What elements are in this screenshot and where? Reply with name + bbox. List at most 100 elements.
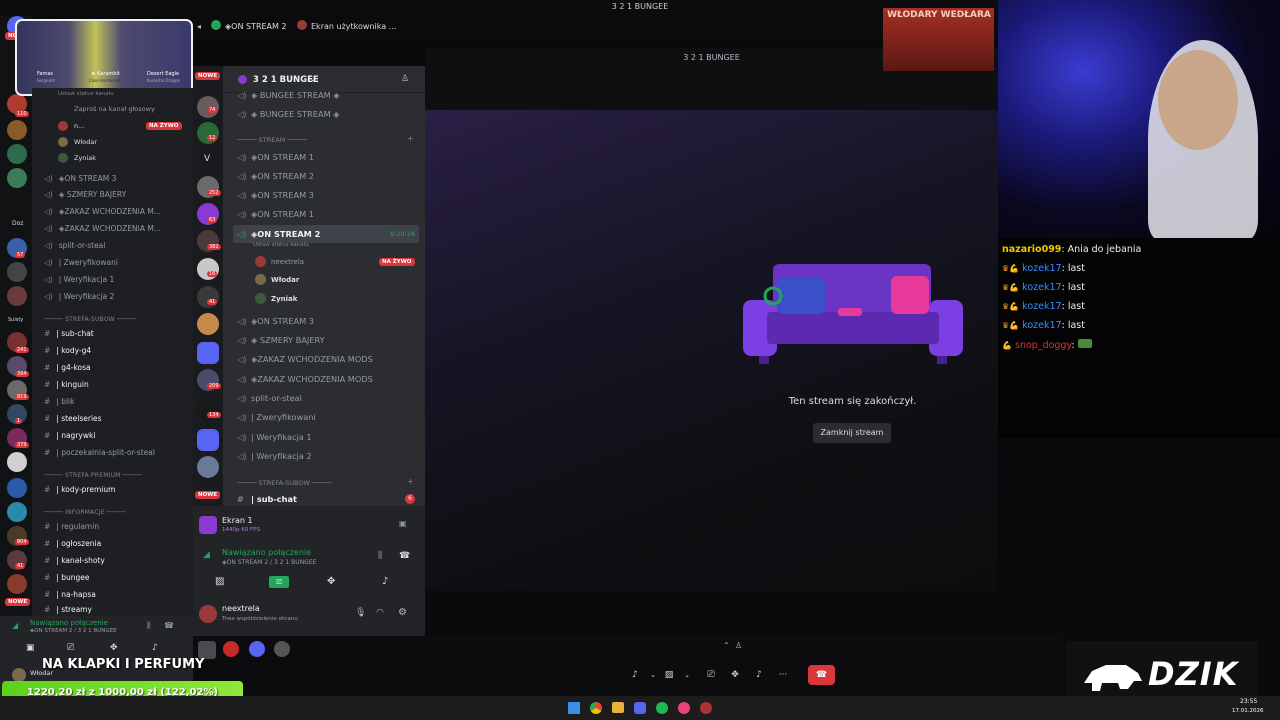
server-icon[interactable]	[197, 456, 219, 478]
server-icon[interactable]	[7, 120, 27, 140]
channel-item[interactable]: ◁) | Zweryfikowani	[237, 408, 417, 426]
disconnect-icon[interactable]: ☎	[399, 551, 410, 561]
status-hint[interactable]: Ustaw status kanału	[253, 242, 309, 248]
voice-user[interactable]: neextrela	[271, 258, 304, 266]
screen-share-icon[interactable]: ⎚	[67, 643, 74, 653]
microphone-icon[interactable]: 🎙︎	[355, 608, 366, 618]
voice-user[interactable]: Włodar	[271, 276, 299, 284]
channel-item[interactable]: ◁) ◈ON STREAM 1	[237, 205, 417, 223]
disconnect-icon[interactable]: ☎	[164, 621, 174, 630]
channel-item[interactable]: ◁) ◈ON STREAM 3	[237, 186, 417, 204]
chevron-down-icon[interactable]: ⌄	[310, 75, 316, 83]
channel-item[interactable]: # | ogłoszenia	[44, 538, 186, 550]
channel-item[interactable]: # | streamy	[44, 604, 186, 614]
server-icon[interactable]	[7, 478, 27, 498]
spotify-icon[interactable]	[656, 702, 668, 714]
server-icon[interactable]	[197, 313, 219, 335]
channel-item[interactable]: ◁) ◈ SZMERY BAJERY	[237, 331, 417, 349]
channel-item[interactable]: # | regulamin	[44, 521, 186, 533]
leave-call-button[interactable]: ☎	[808, 665, 835, 685]
camera-off-icon[interactable]: ▣	[26, 643, 35, 653]
channel-item[interactable]: ◁) | Weryfikacja 2	[44, 291, 186, 303]
category-header[interactable]: ───── STREFA-PREMIUM ─────	[44, 472, 184, 479]
channel-item[interactable]: # | nagrywki	[44, 430, 186, 442]
server-icon[interactable]	[7, 286, 27, 306]
add-member-icon[interactable]: ♙	[401, 74, 409, 84]
channel-item[interactable]: ◁) ◈ SZMERY BAJERY	[44, 189, 186, 201]
noise-icon[interactable]: ⫼	[378, 551, 382, 561]
app-icon[interactable]	[700, 702, 712, 714]
gear-icon[interactable]: ⚙	[398, 607, 407, 618]
app-icon[interactable]	[223, 641, 239, 657]
channel-item[interactable]: ◁) ◈ON STREAM 3	[44, 173, 186, 185]
tab-user-screen[interactable]: Ekran użytkownika n...	[311, 22, 401, 31]
channel-item[interactable]: ◁) ◈ BUNGEE STREAM ◈	[237, 86, 417, 104]
server-letter[interactable]: V	[204, 154, 210, 164]
channel-item[interactable]: # | bungee	[44, 572, 186, 584]
channel-item[interactable]: ◁) | Weryfikacja 1	[237, 428, 417, 446]
windows-start-icon[interactable]	[568, 702, 580, 714]
app-icon[interactable]	[274, 641, 290, 657]
noise-icon[interactable]: ⫼	[147, 621, 151, 631]
folder-icon[interactable]	[197, 342, 219, 364]
channel-item[interactable]: ◁) ◈ BUNGEE STREAM ◈	[237, 105, 417, 123]
voice-channel-sub[interactable]: ◈ON STREAM 2 / 3 2 1 BUNGEE	[30, 628, 140, 634]
add-channel-icon[interactable]: +	[407, 477, 414, 486]
channel-item[interactable]: # | sub-chat	[44, 328, 186, 340]
username[interactable]: neextrela	[222, 604, 260, 613]
avatar[interactable]	[199, 605, 217, 623]
chevron-down-icon[interactable]: ⌄	[677, 665, 697, 685]
channel-item[interactable]: ◁) split-or-steal	[237, 389, 417, 407]
headphones-icon[interactable]: ◠	[376, 608, 384, 618]
camera-off-icon[interactable]: ▨	[215, 576, 224, 587]
channel-item[interactable]: # | poczekalnia-split-or-steal	[44, 447, 186, 459]
voice-user[interactable]: n...	[74, 122, 84, 130]
screen-share-icon[interactable]: ⎚	[269, 576, 289, 588]
voice-user[interactable]: Zyniak	[271, 295, 297, 303]
channel-item[interactable]: ◁) | Weryfikacja 2	[237, 447, 417, 465]
server-icon[interactable]	[7, 168, 27, 188]
channel-item[interactable]: ◁) split-or-steal	[44, 240, 186, 252]
invite-link[interactable]: Zaproś na kanał głosowy	[74, 105, 155, 113]
folder-icon[interactable]	[197, 429, 219, 451]
channel-item[interactable]: ◁) | Zweryfikowani	[44, 257, 186, 269]
category-header[interactable]: ───── STREAM ─────	[237, 136, 307, 144]
stop-share-icon[interactable]: ▣	[399, 519, 407, 528]
category-header[interactable]: ───── STREFA-SUBOW ─────	[44, 316, 184, 323]
chevron-up-icon[interactable]: ⌃	[723, 641, 730, 650]
microphone-icon[interactable]: ♪	[625, 665, 645, 685]
close-stream-button[interactable]: Zamknij stream	[813, 423, 891, 443]
channel-item[interactable]: ◁) ◈ZAKAZ WCHODZENIA MODS	[237, 370, 417, 388]
channel-item[interactable]: # | kody-premium	[44, 484, 186, 496]
voice-channel-sub[interactable]: ◈ON STREAM 2 / 3 2 1 BUNGEE	[222, 559, 352, 566]
activities-icon[interactable]: ✥	[110, 643, 118, 653]
channel-item[interactable]: # | kody-g4	[44, 345, 186, 357]
channel-item[interactable]: ◁) | Weryfikacja 1	[44, 274, 186, 286]
back-arrow-icon[interactable]: ◂	[197, 22, 201, 31]
add-channel-icon[interactable]: +	[407, 134, 414, 143]
tab-on-stream-2[interactable]: ◈ON STREAM 2	[225, 22, 287, 31]
channel-item-selected[interactable]: ◁) ◈ON STREAM 2 8:20:24	[233, 225, 419, 243]
channel-item[interactable]: ◁) ◈ZAKAZ WCHODZENIA MODS	[237, 350, 417, 368]
channel-item[interactable]: ◁) ◈ON STREAM 1	[237, 148, 417, 166]
category-header[interactable]: ───── STREFA-SUBOW ─────	[237, 479, 332, 487]
voice-user[interactable]: Zyniak	[74, 154, 96, 162]
app-icon[interactable]	[678, 702, 690, 714]
server-icon[interactable]	[7, 144, 27, 164]
folder-icon[interactable]	[612, 702, 624, 713]
chrome-icon[interactable]	[590, 702, 602, 714]
soundboard-icon[interactable]: ♪	[382, 576, 388, 587]
channel-item[interactable]: ◁) ◈ZAKAZ WCHODZENIA M...	[44, 206, 186, 218]
soundboard-icon[interactable]: ♪	[749, 665, 769, 685]
clock-date[interactable]: 17.01.2026	[1232, 708, 1264, 714]
screen-share-icon[interactable]: ⎚	[701, 665, 721, 685]
app-icon[interactable]	[249, 641, 265, 657]
voice-user[interactable]: Włodar	[74, 138, 97, 146]
server-icon[interactable]	[7, 574, 27, 594]
participants-icon[interactable]: ♙	[735, 641, 742, 650]
channel-item[interactable]: # | kinguin	[44, 379, 186, 391]
soundboard-icon[interactable]: ♪	[152, 643, 158, 653]
server-icon[interactable]	[7, 262, 27, 282]
camera-off-icon[interactable]: ▨	[659, 665, 679, 685]
activities-icon[interactable]: ✥	[725, 665, 745, 685]
